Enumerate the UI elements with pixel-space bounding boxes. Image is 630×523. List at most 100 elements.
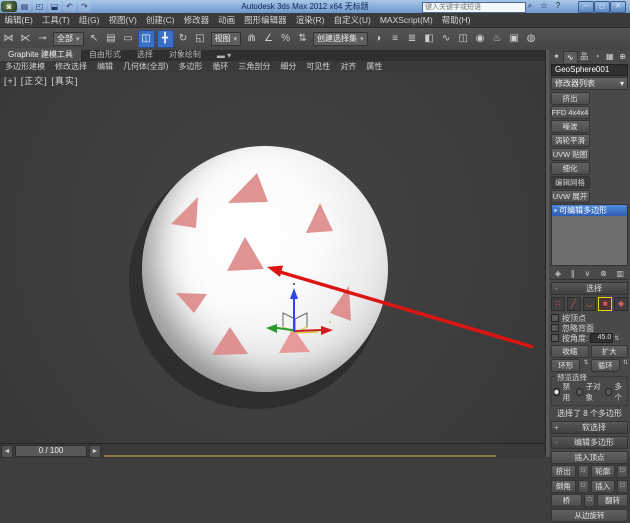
soft-selection-rollout-header[interactable]: + 软选择 (551, 421, 628, 434)
bevel-settings-icon[interactable]: □ (578, 480, 589, 493)
panel-modify-selection[interactable]: 修改选择 (50, 61, 92, 72)
outline-settings-icon[interactable]: □ (617, 465, 628, 478)
extrude-settings-icon[interactable]: □ (578, 465, 589, 478)
tab-object-paint[interactable]: 对象绘制 (161, 48, 209, 61)
menu-graph-editors[interactable]: 图形编辑器 (240, 14, 292, 26)
move-gizmo[interactable] (266, 283, 333, 335)
object-name-field[interactable]: GeoSphere001 (551, 64, 628, 76)
menu-edit[interactable]: 编辑(E) (0, 14, 37, 26)
selection-rollout-header[interactable]: - 选择 (551, 282, 628, 295)
hinge-from-edge-button[interactable]: 从边旋转 (551, 509, 628, 522)
preview-disable-radio[interactable] (553, 388, 560, 396)
time-slider[interactable]: 0 / 100 (15, 445, 87, 457)
render-setup-icon[interactable]: ♨ (490, 31, 505, 47)
modifier-turbosmooth-button[interactable]: 涡轮平滑 (551, 134, 590, 147)
menu-help[interactable]: 帮助(H) (437, 14, 475, 26)
panel-triangulation[interactable]: 三角剖分 (233, 61, 275, 72)
preview-multi-radio[interactable] (605, 388, 612, 396)
angle-spinner[interactable]: ⇅ (614, 335, 619, 342)
maximize-button[interactable]: ◻ (594, 1, 610, 13)
hierarchy-tab-icon[interactable]: 品 (578, 51, 591, 62)
insert-vertex-button[interactable]: 插入顶点 (551, 451, 628, 464)
menu-maxscript[interactable]: MAXScript(M) (375, 15, 437, 25)
panel-align[interactable]: 对齐 (335, 61, 361, 72)
material-editor-icon[interactable]: ◉ (473, 31, 488, 47)
bridge-settings-icon[interactable]: □ (584, 494, 595, 507)
menu-animation[interactable]: 动画 (214, 14, 240, 26)
ring-button[interactable]: 环形 (551, 359, 580, 372)
bevel-button[interactable]: 倒角 (551, 480, 576, 493)
stack-item-editable-poly[interactable]: ▪ 可编辑多边形 (552, 205, 627, 216)
menu-customize[interactable]: 自定义(U) (329, 14, 375, 26)
bridge-button[interactable]: 桥 (551, 494, 582, 507)
panel-polygons[interactable]: 多边形 (173, 61, 207, 72)
selected-polygon-1[interactable] (171, 197, 198, 228)
selected-polygon-5[interactable] (176, 293, 207, 313)
modifier-noise-button[interactable]: 噪波 (551, 120, 590, 133)
modifier-ffd-button[interactable]: FFD 4x4x4 (551, 106, 590, 119)
rectangular-selection-icon[interactable]: ▭ (121, 31, 136, 47)
menu-views[interactable]: 视图(V) (104, 14, 141, 26)
panel-edit[interactable]: 编辑 (92, 61, 118, 72)
align-icon[interactable]: ≡ (388, 31, 403, 47)
grow-button[interactable]: 扩大 (591, 345, 629, 358)
tab-freeform[interactable]: 自由形式 (81, 48, 129, 61)
mirror-icon[interactable]: ◑ (371, 31, 386, 47)
motion-tab-icon[interactable]: ◔ (590, 51, 603, 62)
search-icon[interactable]: ⌕ (524, 1, 536, 11)
modifier-stack[interactable]: ▪ 可编辑多边形 (551, 204, 628, 266)
command-panel-scrollbar[interactable] (546, 50, 549, 457)
ribbon-minimize-icon[interactable]: ▬ ▾ (209, 50, 239, 61)
panel-properties[interactable]: 属性 (361, 61, 387, 72)
select-and-move-icon[interactable]: ╋ (157, 30, 174, 48)
selected-polygon-3[interactable] (306, 203, 333, 233)
close-button[interactable]: ✕ (610, 1, 626, 13)
extrude-button[interactable]: 挤出 (551, 465, 576, 478)
render-icon[interactable]: ◍ (524, 31, 539, 47)
inset-button[interactable]: 插入 (591, 480, 616, 493)
previous-frame-button[interactable]: ◄ (1, 445, 13, 458)
angle-snap-icon[interactable]: ∠ (261, 31, 276, 47)
reference-coordinate-dropdown[interactable]: 视图▾ (211, 32, 242, 46)
panel-geometry-all[interactable]: 几何体(全部) (118, 61, 173, 72)
menu-group[interactable]: 组(G) (74, 14, 104, 26)
spinner-snap-icon[interactable]: ⇅ (295, 31, 310, 47)
panel-loops[interactable]: 循环 (207, 61, 233, 72)
curve-editor-icon[interactable]: ∿ (439, 31, 454, 47)
loop-button[interactable]: 循环 (591, 359, 620, 372)
new-icon[interactable]: ▤ (18, 1, 31, 12)
select-by-name-icon[interactable]: ▤ (104, 31, 119, 47)
make-unique-icon[interactable]: ∨ (584, 269, 590, 278)
bind-to-space-warp-icon[interactable]: ⊸ (35, 31, 50, 47)
flip-button[interactable]: 翻转 (597, 494, 628, 507)
undo-icon[interactable]: ↶ (63, 1, 76, 12)
gizmo-x-axis[interactable] (296, 330, 321, 331)
tab-selection[interactable]: 选择 (129, 48, 161, 61)
window-crossing-icon[interactable]: ◫ (138, 30, 155, 48)
modify-tab-icon[interactable]: ∿ (563, 51, 578, 63)
communication-center-icon[interactable]: ☆ (538, 1, 550, 11)
modifier-unwrap-uvw-button[interactable]: UVW 展开 (551, 190, 590, 203)
select-and-rotate-icon[interactable]: ↻ (176, 31, 191, 47)
save-icon[interactable]: ⬓ (48, 1, 61, 12)
rendered-frame-icon[interactable]: ▣ (507, 31, 522, 47)
modifier-list-dropdown[interactable]: 修改器列表▾ (551, 77, 628, 90)
tab-graphite-modeling[interactable]: Graphite 建模工具 (0, 48, 81, 61)
edge-icon[interactable]: ╱ (567, 297, 581, 311)
create-tab-icon[interactable]: ✶ (550, 51, 563, 62)
utilities-tab-icon[interactable]: ⊕ (616, 51, 629, 62)
select-and-link-icon[interactable]: ⋈ (1, 31, 16, 47)
named-selection-set-dropdown[interactable]: 创建选择集▾ (313, 32, 368, 46)
graphite-toggle-icon[interactable]: ◧ (422, 31, 437, 47)
search-input[interactable] (422, 2, 526, 13)
selected-polygon-2[interactable] (228, 173, 268, 203)
modifier-uvw-map-button[interactable]: UVW 贴图 (551, 148, 590, 161)
angle-value-field[interactable]: 45.0 (590, 333, 613, 343)
track-bar[interactable] (104, 446, 496, 457)
viewport[interactable]: [+] [正交] [真实] (0, 72, 545, 443)
selection-filter-dropdown[interactable]: 全部▾ (53, 32, 84, 46)
vertex-icon[interactable]: ∷ (551, 297, 565, 311)
selected-polygon-7[interactable] (212, 327, 248, 355)
schematic-view-icon[interactable]: ◫ (456, 31, 471, 47)
next-frame-button[interactable]: ► (89, 445, 101, 458)
